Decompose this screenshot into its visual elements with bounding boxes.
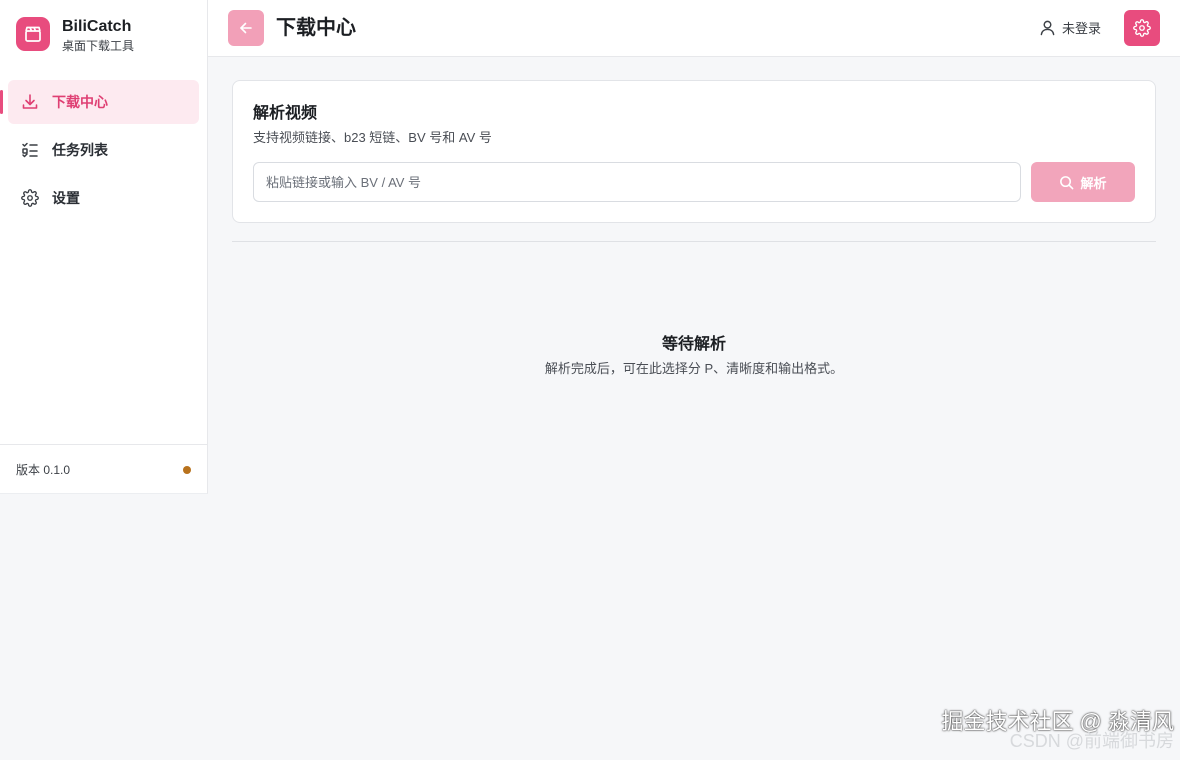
version-label: 版本 0.1.0 xyxy=(16,463,71,477)
sidebar-nav: 下载中心 任务列表 设置 xyxy=(0,80,199,224)
parse-card: 解析视频 支持视频链接、b23 短链、BV 号和 AV 号 解析 xyxy=(232,80,1156,223)
video-url-input[interactable] xyxy=(253,162,1021,202)
sidebar-item-settings[interactable]: 设置 xyxy=(8,176,199,220)
task-list-icon xyxy=(20,140,40,160)
parse-card-title: 解析视频 xyxy=(253,105,318,122)
clapperboard-icon xyxy=(16,17,50,51)
brand: BiliCatch 桌面下载工具 xyxy=(16,17,134,55)
back-button[interactable] xyxy=(228,10,264,46)
empty-state-message: 解析完成后，可在此选择分 P、清晰度和输出格式。 xyxy=(544,361,844,376)
sidebar-item-label: 任务列表 xyxy=(52,142,108,158)
sidebar-item-label: 设置 xyxy=(52,190,80,206)
sidebar-item-download-center[interactable]: 下载中心 xyxy=(0,80,199,124)
empty-state-title: 等待解析 xyxy=(661,336,726,353)
top-header: 下载中心 未登录 xyxy=(208,0,1180,57)
sidebar: BiliCatch 桌面下载工具 下载中心 任务列表 设置 版本 0.1.0 xyxy=(0,0,208,494)
search-icon xyxy=(1059,175,1074,190)
login-status-label: 未登录 xyxy=(1062,21,1102,36)
sidebar-item-task-list[interactable]: 任务列表 xyxy=(8,128,199,172)
app-name: BiliCatch xyxy=(62,18,132,35)
parse-button[interactable]: 解析 xyxy=(1031,162,1135,202)
watermark: 掘金技术社区 @ 淼清风 CSDN @前端御书房 xyxy=(941,708,1174,752)
sidebar-item-label: 下载中心 xyxy=(52,94,108,110)
settings-button[interactable] xyxy=(1124,10,1160,46)
login-status[interactable]: 未登录 xyxy=(1038,18,1101,37)
user-icon xyxy=(1038,19,1056,37)
arrow-left-icon xyxy=(240,22,252,34)
parse-card-subtitle: 支持视频链接、b23 短链、BV 号和 AV 号 xyxy=(253,130,492,145)
gear-icon xyxy=(20,188,40,208)
sidebar-footer: 版本 0.1.0 xyxy=(0,444,207,494)
app-subtitle: 桌面下载工具 xyxy=(62,39,135,53)
gear-icon xyxy=(1133,19,1151,37)
download-icon xyxy=(20,92,40,112)
divider xyxy=(232,241,1156,242)
status-dot xyxy=(183,465,191,474)
page-title: 下载中心 xyxy=(276,17,356,39)
parse-button-label: 解析 xyxy=(1080,175,1107,191)
